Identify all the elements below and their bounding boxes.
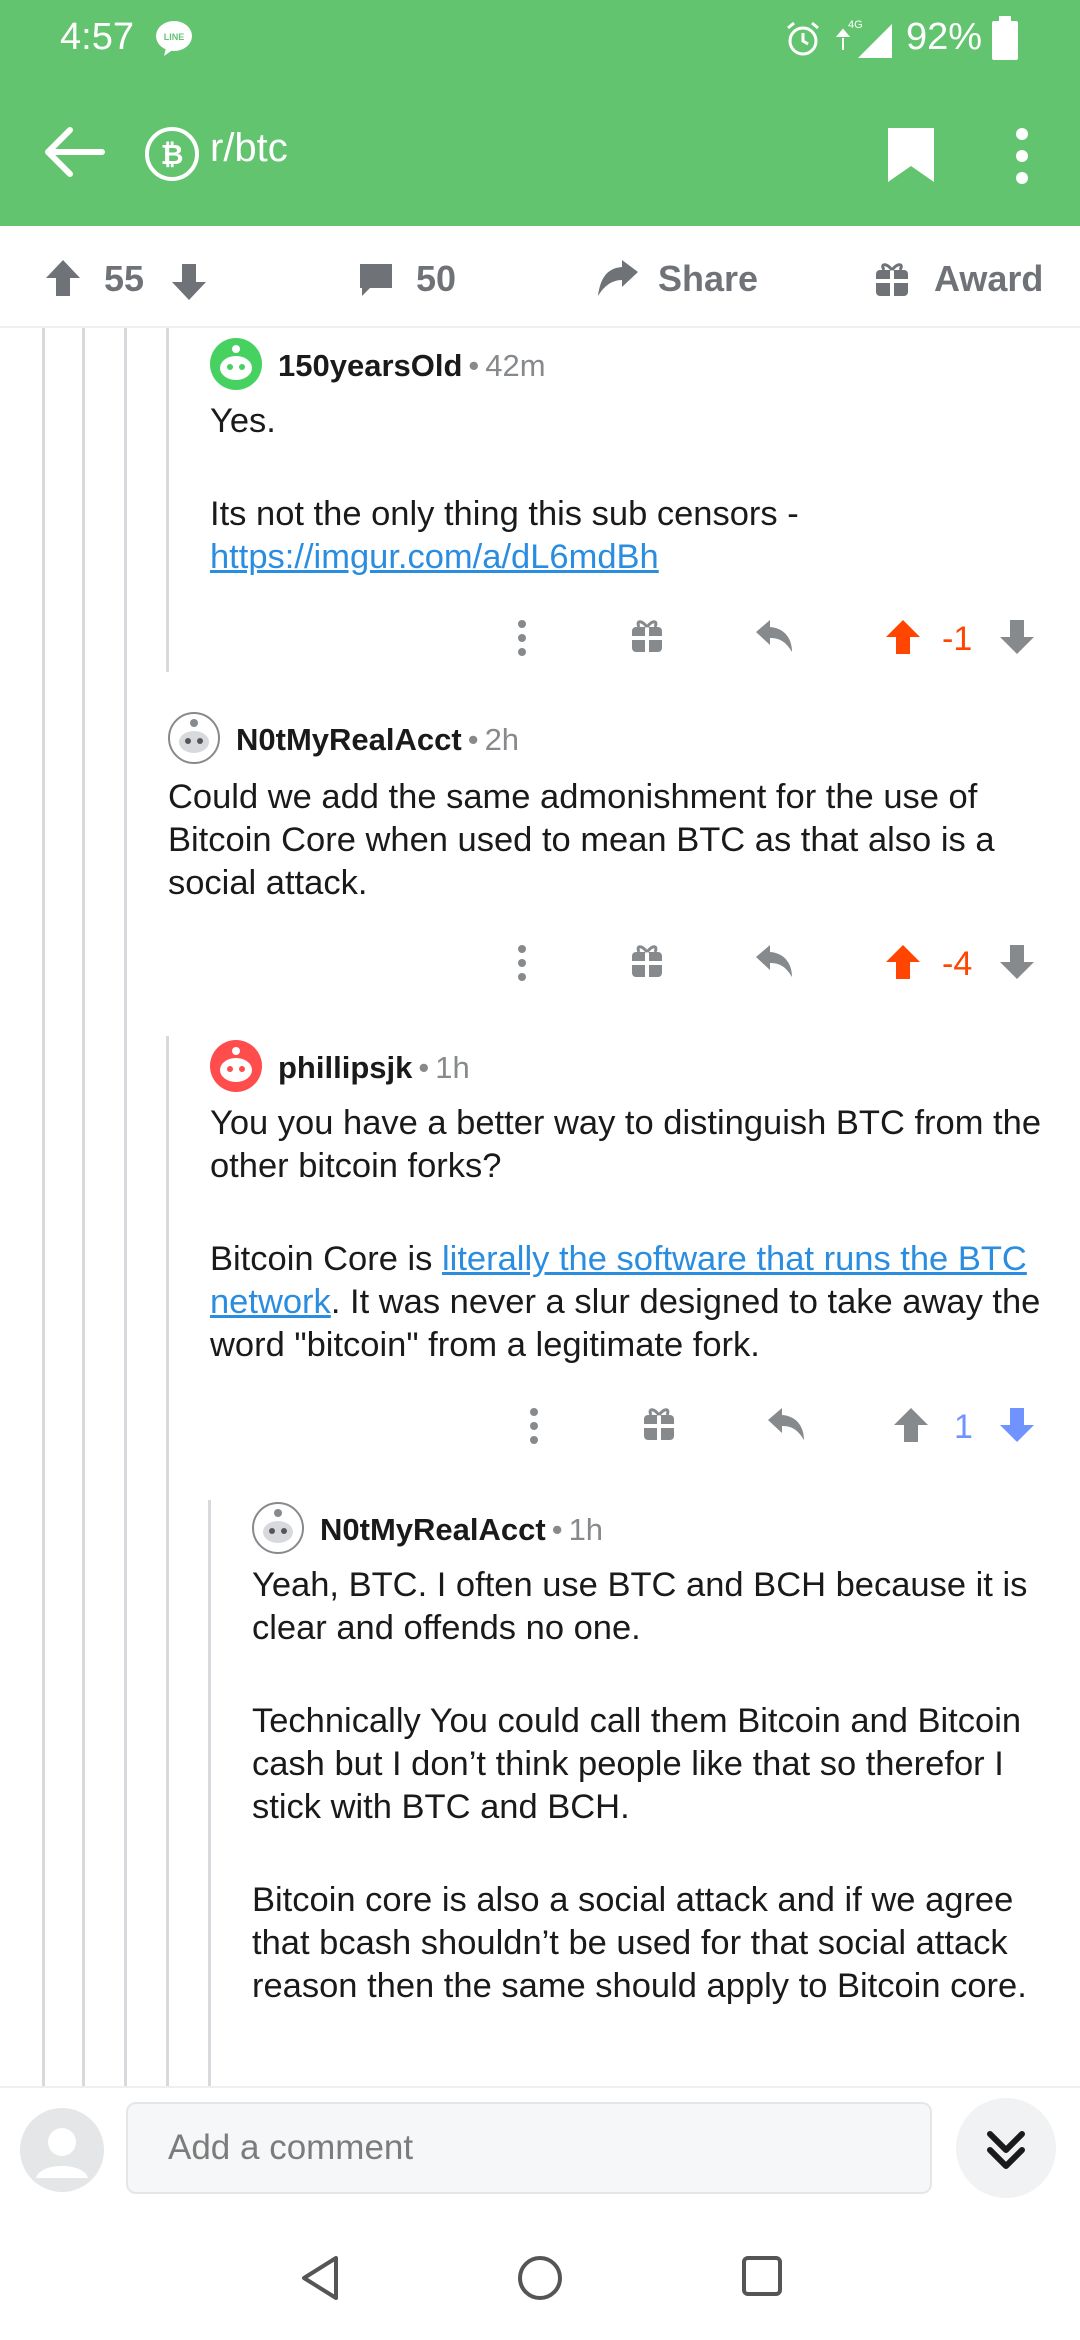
comment-author[interactable]: phillipsjk [278, 1050, 412, 1085]
comment-body: Could we add the same admonishment for t… [168, 776, 1048, 905]
more-options-icon[interactable] [518, 943, 526, 983]
comment-time: 1h [435, 1050, 470, 1085]
comment-text: . It was never a slur designed to take a… [210, 1283, 1041, 1364]
avatar[interactable] [210, 1040, 262, 1092]
bookmark-icon[interactable] [884, 124, 938, 186]
comment-time: 2h [484, 722, 520, 757]
thread-line[interactable] [124, 328, 127, 2086]
battery-percent: 92% [906, 16, 983, 58]
add-comment-input[interactable] [126, 2102, 932, 2194]
user-avatar-icon[interactable] [20, 2108, 104, 2192]
more-options-icon[interactable] [518, 618, 526, 658]
comment-meta: N0tMyRealAcct • 2h [236, 722, 520, 757]
comment-score: -1 [942, 620, 973, 658]
nav-back-icon[interactable] [298, 2254, 342, 2302]
comment-body: Yes. Its not the only thing this sub cen… [210, 400, 1050, 579]
downvote-arrow-icon[interactable] [998, 1406, 1036, 1444]
comment-text: You you have a better way to distinguish… [210, 1104, 1042, 1185]
subreddit-name[interactable]: r/btc [210, 126, 288, 171]
upvote-arrow-icon[interactable] [884, 618, 922, 656]
comment-time: 1h [568, 1512, 604, 1547]
jump-to-next-chevron-icon[interactable] [956, 2098, 1056, 2198]
upvote-arrow-icon[interactable] [892, 1406, 930, 1444]
share-arrow-icon[interactable] [596, 258, 640, 298]
comment-text: Technically You could call them Bitcoin … [252, 1702, 1022, 1826]
avatar[interactable] [252, 1502, 304, 1554]
comment-author[interactable]: 150yearsOld [278, 348, 462, 383]
comment-link[interactable]: https://imgur.com/a/dL6mdBh [210, 538, 659, 576]
comment-meta: phillipsjk • 1h [278, 1050, 470, 1085]
battery-icon [992, 16, 1018, 60]
comment-text: Yeah, BTC. I often use BTC and BCH becau… [252, 1566, 1028, 1647]
comment-actions: -4 [500, 935, 1040, 995]
upvote-arrow-icon[interactable] [44, 258, 82, 298]
comment-text: Bitcoin core is also a social attack and… [252, 1881, 1027, 2005]
comment-score: -4 [942, 945, 973, 983]
reply-arrow-icon[interactable] [754, 943, 794, 979]
more-options-icon[interactable] [1002, 124, 1042, 188]
signal-icon: 4G [836, 19, 892, 58]
thread-line[interactable] [166, 1036, 169, 2086]
comment-body: Yeah, BTC. I often use BTC and BCH becau… [252, 1564, 1064, 2008]
comment-text: Could we add the same admonishment for t… [168, 778, 995, 902]
post-score: 55 [104, 258, 145, 299]
comment-score: 1 [954, 1408, 973, 1446]
comment-author[interactable]: N0tMyRealAcct [320, 1512, 546, 1547]
thread-line[interactable] [166, 328, 169, 672]
comment-body: You you have a better way to distinguish… [210, 1102, 1050, 1367]
share-button[interactable]: Share [658, 258, 758, 300]
post-action-bar [0, 226, 1080, 328]
avatar[interactable] [210, 338, 262, 390]
comment-author[interactable]: N0tMyRealAcct [236, 722, 462, 757]
comment-bubble-icon[interactable] [356, 260, 396, 300]
more-options-icon[interactable] [530, 1406, 538, 1446]
status-time: 4:57 [60, 16, 134, 58]
line-badge-text: LINE [164, 32, 185, 42]
award-button[interactable]: Award [934, 258, 1043, 300]
alarm-icon [787, 21, 819, 56]
downvote-arrow-icon[interactable] [170, 262, 208, 302]
comment-actions: -1 [500, 610, 1040, 670]
line-notification-icon: LINE [156, 21, 192, 56]
comment-meta: 150yearsOld • 42m [278, 348, 546, 383]
network-type-text: 4G [848, 19, 863, 31]
subreddit-bitcoin-icon[interactable]: ₿ [144, 126, 200, 182]
comment-text: Bitcoin Core is [210, 1240, 442, 1278]
downvote-arrow-icon[interactable] [998, 618, 1036, 656]
comment-time: 42m [485, 348, 546, 383]
comment-meta: N0tMyRealAcct • 1h [320, 1512, 604, 1547]
award-gift-icon[interactable] [630, 618, 664, 654]
comment-text: Yes. [210, 402, 276, 440]
avatar[interactable] [168, 712, 220, 764]
downvote-arrow-icon[interactable] [998, 943, 1036, 981]
upvote-arrow-icon[interactable] [884, 943, 922, 981]
thread-line[interactable] [82, 328, 85, 2086]
reply-arrow-icon[interactable] [766, 1406, 806, 1442]
nav-home-icon[interactable] [516, 2254, 564, 2302]
award-gift-icon[interactable] [630, 943, 664, 979]
comment-text: Its not the only thing this sub censors … [210, 495, 799, 533]
thread-line[interactable] [208, 1500, 211, 2086]
award-gift-icon[interactable] [874, 260, 910, 298]
back-arrow-icon[interactable] [40, 120, 110, 184]
nav-recents-icon[interactable] [740, 2254, 784, 2298]
reply-arrow-icon[interactable] [754, 618, 794, 654]
award-gift-icon[interactable] [642, 1406, 676, 1442]
thread-line[interactable] [42, 328, 45, 2086]
comment-actions: 1 [512, 1398, 1052, 1458]
comment-count[interactable]: 50 [416, 258, 456, 300]
svg-text:₿: ₿ [161, 139, 184, 170]
